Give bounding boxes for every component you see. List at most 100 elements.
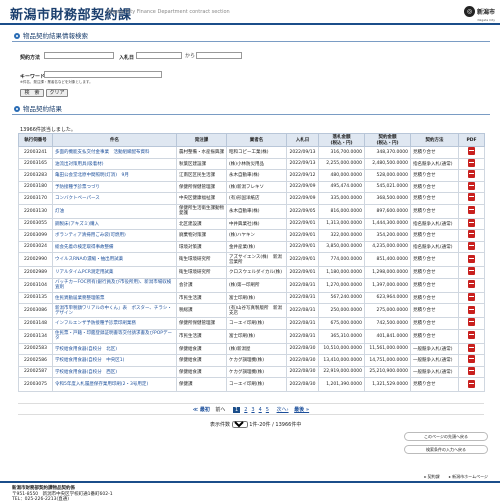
contract-amount-cell: 4,235,000.0000: [364, 240, 411, 253]
date-from-input[interactable]: [136, 52, 182, 59]
city-logo[interactable]: ◎ 新潟市: [463, 6, 495, 17]
item-name-cell[interactable]: 学校給食用食器(自校分 西区): [52, 365, 177, 378]
column-header: 件名: [52, 133, 177, 147]
item-name-cell[interactable]: インフルエンザ予防接種予診票印刷業務: [52, 317, 177, 330]
search-button[interactable]: 検 索: [20, 89, 44, 97]
pdf-icon[interactable]: [468, 331, 475, 339]
pdf-icon[interactable]: [468, 318, 475, 327]
vendor-cell: ケカグ調理機(株): [226, 365, 287, 378]
pdf-icon[interactable]: [468, 343, 475, 352]
item-name-cell[interactable]: ボランティア清掃用ごみ袋(可燃用): [52, 229, 177, 242]
contract-number-cell: 22003241: [18, 146, 53, 159]
site-subtitle: Niigata City Finance Department contract…: [106, 9, 230, 15]
back-to-search-button[interactable]: 検索条件の入力へ戻る: [404, 445, 488, 454]
bid-date-cell: 2022/09/01: [286, 229, 319, 242]
table-row: 22003170 コンバクトペーパース 中央区健康福祉課 (有)形国洋紙店 2022/0…: [18, 192, 485, 205]
vendor-cell: (株)第一印刷所: [226, 277, 287, 293]
department-cell: 市民生活課: [176, 291, 227, 304]
item-name-cell[interactable]: 灯油: [52, 203, 177, 219]
item-name-cell[interactable]: 学校給食用食器(自校分 中央区1): [52, 354, 177, 367]
pdf-icon[interactable]: [468, 254, 475, 263]
bullet-icon: [14, 106, 20, 112]
item-name-cell[interactable]: 亀田公会堂北原中間照明(灯消) 9月: [52, 169, 177, 182]
page-link[interactable]: 4: [259, 407, 262, 413]
item-name-cell[interactable]: 鋼製床(アキズミ)購入: [52, 217, 177, 230]
pdf-icon[interactable]: [468, 230, 475, 239]
table-row: 22003241 多面的機能支払交付金事業 活動組織配布資料 農村整備・水産振興課昭…: [18, 146, 485, 159]
pdf-icon[interactable]: [468, 292, 475, 301]
item-name-cell[interactable]: バッチカーFOC所有(銀行員及び市役所用)、新潟市場収検査剤: [52, 277, 177, 293]
item-name-cell[interactable]: 多面的機能支払交付金事業 活動組織配布資料: [52, 146, 177, 159]
bid-amount-cell: 1,180,000.0000: [318, 266, 365, 279]
contract-method-cell: 見積り合せ: [410, 180, 459, 193]
page-link[interactable]: 2: [244, 407, 247, 413]
table-row: 22003104 バッチカーFOC所有(銀行員及び市役所用)、新潟市場収検査剤 会計…: [18, 277, 485, 293]
footer-link-contract[interactable]: ▸ 契約課: [424, 474, 439, 479]
pdf-icon[interactable]: [468, 193, 475, 202]
page-link[interactable]: 1: [233, 407, 241, 413]
table-row: 22002587 学校給食用食器(自校分 西区) 保健給食課 ケカグ調理機(株) 202…: [18, 365, 485, 378]
table-row: 22003134 住民票・戸籍・印鑑登録証明書等交付請求書及びPOPデータ 市民生活…: [18, 328, 485, 344]
vendor-cell: 永木自動車(株): [226, 169, 287, 182]
item-name-cell[interactable]: 令和5年度入札履歴保存業用印刷(2・3号用定): [52, 377, 177, 392]
footer-links: ▸ 契約課 ▸ 新潟市ホームページ: [416, 474, 488, 480]
bid-date-cell: 2022/09/01: [286, 217, 319, 230]
item-name-cell[interactable]: 総会先着の検定取得事故整備: [52, 240, 177, 253]
pdf-icon[interactable]: [468, 218, 475, 227]
pdf-cell: [458, 240, 485, 253]
pdf-icon[interactable]: [468, 355, 475, 364]
last-page-link[interactable]: 最後 »: [294, 407, 309, 413]
item-name-cell[interactable]: リアルタイムPCR測定用試薬: [52, 266, 177, 279]
logo-english: Niigata City: [477, 18, 495, 22]
contract-number-cell: 22002583: [18, 342, 53, 355]
item-name-cell[interactable]: ウイルスRNAの濃縮・抽出用試薬: [52, 252, 177, 267]
clear-button[interactable]: クリア: [46, 89, 68, 97]
item-name-cell[interactable]: 油流出対策用具(吸着材): [52, 157, 177, 170]
pdf-icon[interactable]: [468, 158, 475, 167]
item-name-cell[interactable]: 新潟市単税額ワリアルの中くん」表 ポスター、チラシ・デザイン: [52, 303, 177, 318]
pdf-icon[interactable]: [468, 181, 475, 190]
table-header-row: 執行伺番号 件名 発注課 業者名 入札日 落札金額 (税込・円) 契約金額 (税込・円) 契約…: [18, 133, 485, 147]
contract-amount-cell: 354,200.0000: [364, 229, 411, 242]
table-row: 22002586 学校給食用食器(自校分 中央区1) 保健給食課 ケカグ調理機(株) 2…: [18, 354, 485, 367]
per-page-select[interactable]: 20: [231, 421, 248, 428]
item-name-cell[interactable]: 住民異動届業務整理帳票: [52, 291, 177, 304]
item-name-cell[interactable]: 学校給食用食器(自校分 北区): [52, 342, 177, 355]
pdf-icon[interactable]: [468, 147, 475, 156]
item-name-cell[interactable]: 予防接種予診票つづり: [52, 180, 177, 193]
keyword-label: キーワード: [20, 74, 46, 80]
pdf-icon[interactable]: [468, 305, 475, 314]
contract-number-cell: 22002587: [18, 365, 53, 378]
first-page-link[interactable]: ≪ 最初: [193, 407, 210, 413]
pdf-icon[interactable]: [468, 379, 475, 388]
date-label: 入札日: [119, 55, 135, 61]
pdf-cell: [458, 146, 485, 159]
bid-amount-cell: 322,000.0000: [318, 229, 365, 242]
contract-amount-cell: 742,500.0000: [364, 317, 411, 330]
pdf-icon[interactable]: [468, 241, 475, 250]
contract-method-cell: 一般競争入札(通常): [410, 365, 459, 378]
pdf-icon[interactable]: [468, 366, 475, 375]
bid-amount-cell: 22,919,000.0000: [318, 365, 365, 378]
date-to-input[interactable]: [196, 52, 242, 59]
page-link[interactable]: 3: [251, 407, 254, 413]
page-link[interactable]: 5: [266, 407, 269, 413]
pdf-icon[interactable]: [468, 206, 475, 214]
bid-amount-cell: 2,255,000.0000: [318, 157, 365, 170]
vendor-cell: (株)新潟屋: [226, 342, 287, 355]
item-name-cell[interactable]: 住民票・戸籍・印鑑登録証明書等交付請求書及びPOPデータ: [52, 328, 177, 344]
next-page-link[interactable]: 次へ›: [277, 407, 289, 413]
prev-page-link[interactable]: 前へ: [215, 407, 225, 413]
contract-amount-cell: 348,370.0000: [364, 146, 411, 159]
pdf-icon[interactable]: [468, 267, 475, 276]
contract-method-cell: 指名競争入札(通常): [410, 240, 459, 253]
contract-method-select[interactable]: [44, 52, 114, 59]
contract-amount-cell: 623,964.0000: [364, 291, 411, 304]
pdf-icon[interactable]: [468, 280, 475, 288]
item-name-cell[interactable]: コンバクトペーパース: [52, 192, 177, 205]
keyword-input[interactable]: [44, 71, 162, 78]
footer-link-home[interactable]: ▸ 新潟市ホームページ: [449, 474, 488, 479]
per-page-summary: 1件-20件 / 13966件中: [249, 422, 302, 428]
back-to-top-button[interactable]: このページの先頭へ戻る: [404, 432, 488, 441]
pdf-icon[interactable]: [468, 170, 475, 179]
